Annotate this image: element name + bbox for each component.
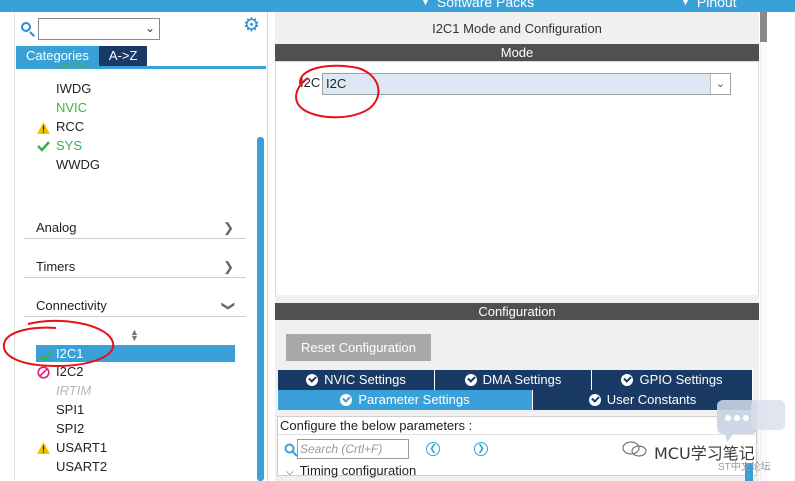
tree-item-spi1[interactable]: SPI1 — [56, 401, 84, 419]
tab-a-z[interactable]: A->Z — [98, 46, 148, 66]
category-connectivity[interactable]: Connectivity ❯ — [24, 295, 246, 317]
left-scrollbar[interactable] — [257, 137, 264, 481]
search-input[interactable]: ⌄ — [38, 18, 160, 40]
divider — [275, 295, 759, 303]
wechat-logo-icon — [622, 441, 647, 457]
check-icon — [40, 348, 52, 365]
category-timers[interactable]: Timers ❯ — [24, 256, 246, 278]
tab-dma-settings[interactable]: DMA Settings — [435, 370, 592, 390]
chevron-down-icon[interactable]: ⌄ — [710, 74, 730, 94]
sort-icon[interactable]: ▲ ▼ — [130, 328, 139, 343]
i2c-mode-value: I2C — [326, 76, 347, 91]
previous-icon[interactable]: ❮ — [426, 442, 440, 456]
category-analog[interactable]: Analog ❯ — [24, 217, 246, 239]
collapse-handle[interactable] — [760, 12, 767, 42]
chevron-down-icon: ▼ — [680, 0, 691, 8]
tree-item-spi2[interactable]: SPI2 — [56, 420, 84, 438]
chevron-down-icon: ▼ — [420, 0, 431, 8]
parameters-header: Configure the below parameters : — [278, 417, 756, 435]
tab-gpio-settings-label: GPIO Settings — [639, 372, 723, 387]
tab-nvic-settings[interactable]: NVIC Settings — [278, 370, 435, 390]
check-icon — [37, 140, 50, 152]
tab-gpio-settings[interactable]: GPIO Settings — [592, 370, 753, 390]
chevron-down-icon[interactable]: ⌄ — [145, 21, 155, 35]
tab-user-constants-label: User Constants — [606, 392, 697, 407]
tab-nvic-settings-label: NVIC Settings — [324, 372, 406, 387]
configuration-header: Configuration — [275, 303, 759, 320]
check-circle-icon — [306, 374, 319, 386]
i2c-mode-label: I2C — [300, 75, 321, 90]
search-icon[interactable] — [284, 443, 298, 457]
chevron-right-icon: ❯ — [223, 220, 234, 235]
settings-tabs-row1: NVIC Settings DMA Settings GPIO Settings — [278, 370, 753, 390]
tree-item-nvic[interactable]: NVIC — [56, 99, 87, 117]
warning-icon — [37, 442, 50, 454]
tree-item-rcc[interactable]: RCC — [56, 118, 84, 136]
i2c-mode-select[interactable]: I2C ⌄ — [322, 73, 731, 95]
chevron-down-icon: ⌵ — [286, 467, 294, 478]
tree-item-i2c1[interactable]: I2C1 — [36, 345, 235, 362]
software-packs-label: Software Packs — [436, 0, 535, 10]
category-connectivity-label: Connectivity — [36, 298, 107, 313]
chevron-right-icon: ❯ — [223, 259, 234, 274]
search-icon[interactable] — [20, 21, 36, 37]
gear-icon[interactable]: ⚙ — [243, 16, 261, 35]
check-circle-icon — [464, 374, 477, 386]
tab-dma-settings-label: DMA Settings — [482, 372, 562, 387]
divider — [14, 12, 15, 481]
timing-configuration-label: Timing configuration — [299, 463, 417, 478]
tree-item-usart1[interactable]: USART1 — [56, 439, 107, 457]
watermark-subtitle: ST中文论坛 — [718, 462, 771, 473]
tree-item-iwdg[interactable]: IWDG — [56, 80, 91, 98]
left-panel: ⌄ ⚙ Categories A->Z GPIO IWDG NVIC RCC S… — [0, 12, 268, 481]
category-analog-label: Analog — [36, 220, 77, 235]
tree-item-irtim[interactable]: IRTIM — [56, 382, 91, 400]
settings-tabs-row2: Parameter Settings User Constants — [278, 390, 753, 410]
check-circle-icon — [340, 394, 353, 406]
page-title: I2C1 Mode and Configuration — [275, 12, 759, 44]
tab-parameter-settings-label: Parameter Settings — [358, 392, 470, 407]
pinout-menu[interactable]: ▼ Pinout — [680, 0, 737, 10]
top-menu-bar: ▼ Software Packs ▼ Pinout — [0, 0, 795, 12]
tree-item-gpio[interactable]: GPIO — [56, 62, 89, 74]
check-circle-icon — [621, 374, 634, 386]
software-packs-menu[interactable]: ▼ Software Packs — [420, 0, 534, 10]
tree-item-wwdg[interactable]: WWDG — [56, 156, 100, 174]
next-icon[interactable]: ❯ — [474, 442, 488, 456]
blocked-icon — [37, 366, 50, 379]
tree-item-sys[interactable]: SYS — [56, 137, 82, 155]
pinout-label: Pinout — [696, 0, 737, 10]
search-row: ⌄ — [20, 18, 160, 40]
mode-panel — [275, 61, 759, 305]
tree-item-i2c2[interactable]: I2C2 — [56, 363, 83, 381]
timing-configuration-group[interactable]: ⌵ Timing configuration — [286, 463, 416, 478]
parameter-search-input[interactable]: Search (Crtl+F) — [297, 439, 409, 459]
tab-parameter-settings[interactable]: Parameter Settings — [278, 390, 533, 410]
reset-configuration-button[interactable]: Reset Configuration — [286, 334, 431, 361]
category-timers-label: Timers — [36, 259, 76, 274]
tree-item-i2c1-label: I2C1 — [56, 346, 84, 361]
mode-header: Mode — [275, 44, 759, 61]
check-circle-icon — [588, 394, 601, 406]
mode-configuration-panel: I2C1 Mode and Configuration Mode I2C I2C… — [275, 12, 759, 481]
tree-item-usart2[interactable]: USART2 — [56, 458, 107, 476]
tab-underline — [16, 66, 266, 69]
warning-icon — [37, 122, 50, 134]
chevron-down-icon: ❯ — [221, 300, 237, 312]
